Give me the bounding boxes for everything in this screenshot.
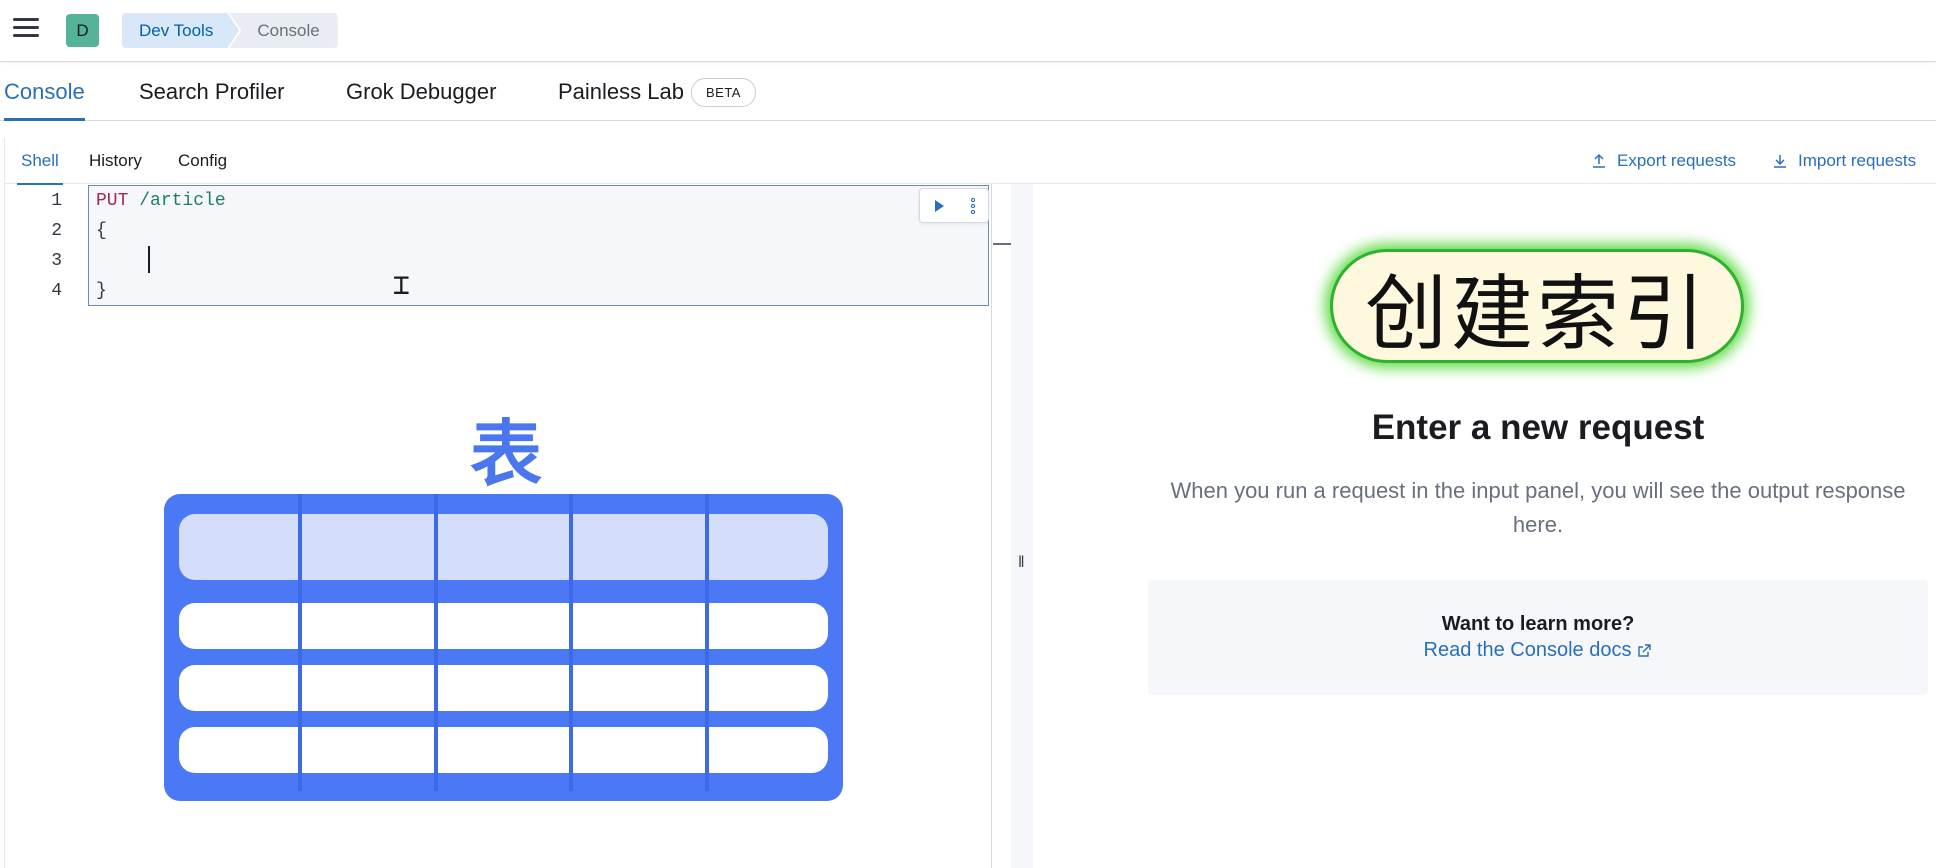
menu-icon[interactable] [13, 18, 39, 40]
console-docs-label: Read the Console docs [1423, 639, 1632, 661]
request-actions [919, 188, 989, 223]
space-avatar[interactable]: D [66, 14, 99, 47]
create-index-badge: 创建索引 [1330, 249, 1744, 363]
tab-painless-lab[interactable]: Painless Lab BETA [558, 63, 756, 121]
table-header-row [179, 514, 828, 580]
play-icon [934, 199, 944, 212]
console-subtabs: Shell History Config Export requests Imp… [5, 138, 1936, 185]
scroll-indicator [993, 243, 1011, 245]
table-column-divider [705, 494, 709, 791]
tab-shell[interactable]: Shell [17, 138, 63, 185]
code-line-1: PUT /article [96, 191, 226, 211]
breadcrumb-console: Console [229, 13, 338, 48]
send-request-button[interactable] [932, 199, 946, 213]
line-number: 3 [51, 251, 62, 271]
text-cursor-icon: ⌶ [393, 268, 410, 301]
request-editor[interactable]: PUT /article { } [88, 185, 989, 306]
learn-more-panel: Want to learn more? Read the Console doc… [1148, 580, 1928, 695]
output-description: When you run a request in the input pane… [1170, 478, 1906, 537]
tab-painless-lab-label: Painless Lab [558, 79, 684, 104]
table-column-divider [569, 494, 573, 791]
pane-resizer[interactable] [1011, 184, 1033, 868]
upload-icon [1593, 153, 1605, 168]
request-path: /article [139, 191, 226, 211]
top-header: D Dev Tools Console [0, 0, 1936, 62]
external-link-icon [1638, 644, 1652, 657]
table-heading: 表 [470, 412, 543, 496]
code-line-4: } [96, 281, 107, 301]
beta-badge: BETA [690, 77, 756, 107]
import-requests-label: Import requests [1798, 151, 1917, 170]
line-number: 2 [51, 221, 62, 241]
dev-tools-tabs: Console Search Profiler Grok Debugger Pa… [0, 63, 1936, 121]
export-requests-button[interactable]: Export requests [1591, 138, 1736, 184]
breadcrumb-dev-tools[interactable]: Dev Tools [122, 13, 239, 48]
request-options-button[interactable] [969, 197, 977, 215]
tab-grok-debugger[interactable]: Grok Debugger [346, 63, 496, 121]
table-column-divider [298, 494, 302, 791]
export-requests-label: Export requests [1617, 151, 1737, 170]
tab-console[interactable]: Console [4, 63, 85, 121]
console-docs-link[interactable]: Read the Console docs [1148, 639, 1928, 662]
code-line-2: { [96, 221, 107, 241]
line-number: 1 [51, 191, 62, 211]
text-caret [148, 246, 150, 273]
download-icon [1774, 155, 1786, 168]
table-row [179, 727, 828, 773]
more-vertical-icon [970, 197, 975, 214]
table-column-divider [434, 494, 438, 791]
tab-history[interactable]: History [89, 138, 142, 184]
output-title: Enter a new request [1371, 408, 1705, 447]
table-illustration [164, 494, 843, 801]
tab-config[interactable]: Config [178, 138, 227, 184]
http-method: PUT [96, 191, 129, 211]
resize-handle-icon[interactable]: ‖ [1018, 554, 1025, 572]
table-row [179, 665, 828, 711]
learn-more-heading: Want to learn more? [1441, 613, 1635, 635]
table-row [179, 603, 828, 649]
line-number: 4 [51, 281, 62, 301]
editor-pane-border [991, 184, 992, 868]
tab-search-profiler[interactable]: Search Profiler [139, 63, 285, 121]
breadcrumb: Dev Tools Console [122, 13, 338, 48]
import-requests-button[interactable]: Import requests [1772, 138, 1916, 184]
